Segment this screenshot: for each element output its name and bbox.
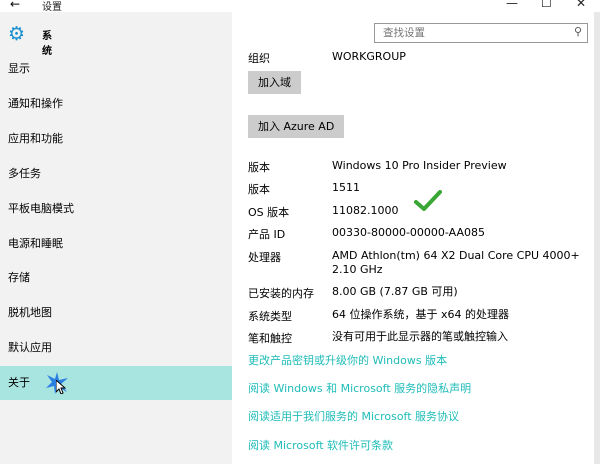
info-value: 8.00 GB (7.87 GB 可用) (332, 285, 458, 298)
info-label: 版本 (248, 161, 270, 174)
info-label: 系统类型 (248, 310, 292, 323)
sidebar-item-display[interactable]: 显示 (0, 52, 232, 86)
info-value: Windows 10 Pro Insider Preview (332, 159, 507, 172)
sidebar-item-storage[interactable]: 存储 (0, 261, 232, 295)
info-value: 00330-80000-00000-AA085 (332, 226, 485, 239)
sidebar-item-notifications[interactable]: 通知和操作 (0, 87, 232, 121)
org-label: 组织 (248, 52, 270, 65)
join-domain-button[interactable]: 加入域 (248, 71, 301, 94)
info-value: 64 位操作系统，基于 x64 的处理器 (332, 308, 509, 321)
about-panel: 组织 WORKGROUP 加入域 加入 Azure AD 版本 Windows … (248, 44, 588, 464)
license-terms-link[interactable]: 阅读 Microsoft 软件许可条款 (248, 437, 393, 453)
info-label: 产品 ID (248, 228, 286, 241)
sidebar-item-tablet-mode[interactable]: 平板电脑模式 (0, 192, 232, 226)
search-input[interactable] (375, 24, 573, 42)
title-bar: ← 设置 — ☐ ✕ (0, 0, 600, 13)
info-value: 没有可用于此显示器的笔或触控输入 (332, 330, 508, 343)
info-value: 11082.1000 (332, 204, 399, 217)
scrollbar[interactable] (594, 12, 600, 464)
info-label: 笔和触控 (248, 332, 292, 345)
search-box[interactable]: ⚲ (374, 23, 588, 43)
info-label: 已安装的内存 (248, 287, 314, 300)
sidebar-item-offline-maps[interactable]: 脱机地图 (0, 296, 232, 330)
sidebar-item-power-sleep[interactable]: 电源和睡眠 (0, 227, 232, 261)
upgrade-windows-link[interactable]: 更改产品密钥或升级你的 Windows 版本 (248, 352, 447, 368)
sidebar: ⚙ 系统 显示 通知和操作 应用和功能 多任务 平板电脑模式 电源和睡眠 存储 … (0, 12, 232, 464)
info-value: AMD Athlon(tm) 64 X2 Dual Core CPU 4000+… (332, 249, 580, 276)
join-azure-ad-button[interactable]: 加入 Azure AD (248, 115, 345, 138)
sidebar-item-about[interactable]: 关于 (0, 366, 232, 400)
back-arrow-icon[interactable]: ← (10, 0, 20, 11)
checkmark-icon (414, 190, 442, 211)
sidebar-item-apps[interactable]: 应用和功能 (0, 122, 232, 156)
privacy-statement-link[interactable]: 阅读 Windows 和 Microsoft 服务的隐私声明 (248, 380, 471, 396)
sidebar-item-default-apps[interactable]: 默认应用 (0, 331, 232, 365)
info-label: OS 版本 (248, 206, 290, 219)
mouse-cursor-icon (56, 380, 66, 394)
sidebar-item-label: 关于 (8, 376, 30, 389)
close-button[interactable]: ✕ (576, 0, 586, 10)
gear-icon: ⚙ (8, 23, 26, 45)
org-value: WORKGROUP (332, 50, 406, 63)
services-agreement-link[interactable]: 阅读适用于我们服务的 Microsoft 服务协议 (248, 408, 459, 424)
info-label: 版本 (248, 183, 270, 196)
info-value: 1511 (332, 181, 360, 194)
info-label: 处理器 (248, 251, 281, 264)
minimize-button[interactable]: — (506, 0, 518, 10)
sidebar-item-multitasking[interactable]: 多任务 (0, 157, 232, 191)
search-icon[interactable]: ⚲ (574, 25, 582, 38)
maximize-button[interactable]: ☐ (541, 0, 552, 10)
